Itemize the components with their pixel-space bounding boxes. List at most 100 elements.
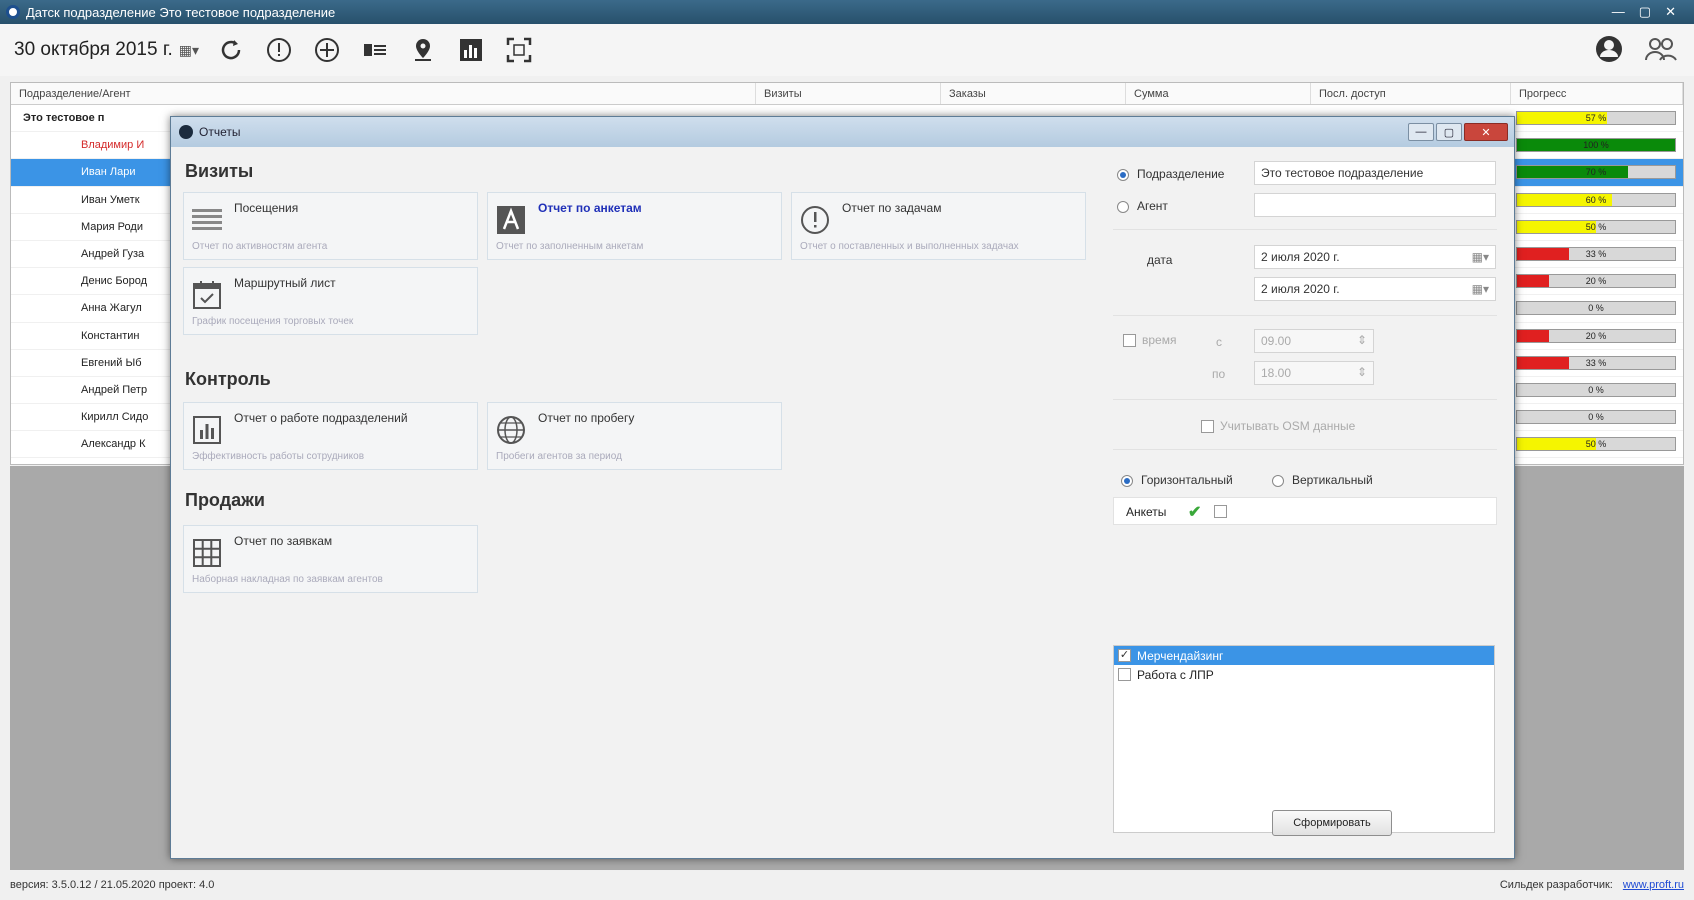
users-icon[interactable]	[1644, 34, 1678, 67]
progress-label: 20 %	[1585, 276, 1607, 287]
department-field[interactable]: Это тестовое подразделение	[1254, 161, 1496, 185]
agent-radio-label: Агент	[1137, 199, 1168, 213]
surveys-header: Анкеты ✔	[1113, 497, 1497, 525]
option-agent[interactable]: Агент	[1117, 199, 1168, 213]
date-from-picker[interactable]: 2 июля 2020 г. ▦▾	[1254, 245, 1496, 269]
option-department[interactable]: Подразделение	[1117, 167, 1224, 181]
osm-label: Учитывать OSM данные	[1220, 419, 1356, 433]
spinner-icon[interactable]: ⇕	[1357, 333, 1367, 347]
report-tile-unit-work[interactable]: Отчет о работе подразделений Эффективнос…	[183, 402, 478, 470]
column-header-last-access[interactable]: Посл. доступ	[1311, 83, 1511, 104]
alert-icon	[800, 205, 830, 235]
progress-label: 0 %	[1588, 412, 1604, 423]
column-header-unit[interactable]: Подразделение/Агент	[11, 83, 756, 104]
tile-description: Отчет о поставленных и выполненных задач…	[800, 241, 1019, 252]
date-picker[interactable]: 30 октября 2015 г. ▦▾	[14, 39, 199, 61]
time-checkbox[interactable]	[1123, 334, 1136, 348]
list-item-checkbox[interactable]: ✓	[1118, 649, 1131, 662]
spinner-icon[interactable]: ⇕	[1357, 365, 1367, 379]
tile-description: Пробеги агентов за период	[496, 451, 622, 462]
minimize-button[interactable]: —	[1612, 4, 1625, 20]
fullscreen-icon[interactable]	[503, 34, 535, 66]
divider	[1113, 449, 1497, 450]
report-tile-visits[interactable]: Посещения Отчет по активностям агента	[183, 192, 478, 260]
chart-icon[interactable]	[455, 34, 487, 66]
calendar-dropdown-icon[interactable]: ▦▾	[1472, 282, 1489, 296]
alert-icon[interactable]	[263, 34, 295, 66]
department-radio[interactable]	[1117, 168, 1129, 181]
user-icon[interactable]	[1594, 34, 1624, 67]
progress-bar: 20 %	[1516, 274, 1676, 289]
row-name: Иван Лари	[81, 166, 136, 179]
grid-icon	[192, 538, 222, 568]
calendar-dropdown-icon[interactable]: ▦▾	[1472, 250, 1489, 264]
row-name: Иван Уметк	[81, 193, 140, 206]
developer-link[interactable]: www.proft.ru	[1623, 879, 1684, 891]
maximize-button[interactable]: ▢	[1639, 4, 1651, 20]
time-to-field[interactable]: 18.00 ⇕	[1254, 361, 1374, 385]
dialog-close-button[interactable]: ✕	[1464, 123, 1508, 141]
progress-label: 33 %	[1585, 249, 1607, 260]
progress-label: 0 %	[1588, 303, 1604, 314]
select-all-check-icon[interactable]: ✔	[1188, 502, 1201, 522]
date-to-picker[interactable]: 2 июля 2020 г. ▦▾	[1254, 277, 1496, 301]
column-header-progress[interactable]: Прогресс	[1511, 83, 1683, 104]
tile-title: Отчет по пробегу	[538, 411, 635, 425]
progress-label: 50 %	[1585, 221, 1607, 232]
dialog-minimize-button[interactable]: —	[1408, 123, 1434, 141]
add-icon[interactable]	[311, 34, 343, 66]
column-header-orders[interactable]: Заказы	[941, 83, 1126, 104]
report-tile-tasks[interactable]: Отчет по задачам Отчет о поставленных и …	[791, 192, 1086, 260]
time-from-label: с	[1216, 335, 1222, 349]
report-tile-mileage[interactable]: Отчет по пробегу Пробеги агентов за пери…	[487, 402, 782, 470]
osm-option[interactable]: Учитывать OSM данные	[1201, 419, 1356, 434]
date-to-value: 2 июля 2020 г.	[1261, 282, 1340, 296]
close-button[interactable]: ✕	[1665, 4, 1676, 20]
report-tile-surveys[interactable]: Отчет по анкетам Отчет по заполненным ан…	[487, 192, 782, 260]
dialog-maximize-button[interactable]: ▢	[1436, 123, 1462, 141]
list-icon[interactable]	[359, 34, 391, 66]
time-option[interactable]: время	[1123, 333, 1177, 348]
layout-horizontal-option[interactable]: Горизонтальный	[1121, 473, 1233, 487]
tile-description: Эффективность работы сотрудников	[192, 451, 365, 462]
agent-field[interactable]	[1254, 193, 1496, 217]
tile-title: Отчет по задачам	[842, 201, 942, 215]
row-name: Кирилл Сидо	[81, 411, 149, 424]
time-label: время	[1142, 333, 1177, 347]
agent-radio[interactable]	[1117, 200, 1129, 213]
time-from-field[interactable]: 09.00 ⇕	[1254, 329, 1374, 353]
tile-description: Отчет по заполненным анкетам	[496, 241, 644, 252]
list-item[interactable]: Работа с ЛПР	[1114, 665, 1494, 684]
report-tile-orders[interactable]: Отчет по заявкам Наборная накладная по з…	[183, 525, 478, 593]
row-name: Андрей Гуза	[81, 248, 145, 261]
deselect-all-checkbox[interactable]	[1214, 505, 1227, 518]
generate-button[interactable]: Сформировать	[1272, 810, 1392, 836]
progress-bar: 0 %	[1516, 301, 1676, 316]
divider	[1113, 399, 1497, 400]
tile-title: Посещения	[234, 201, 299, 215]
row-name: Андрей Петр	[81, 383, 148, 396]
column-header-visits[interactable]: Визиты	[756, 83, 941, 104]
refresh-icon[interactable]	[215, 34, 247, 66]
tile-title: Отчет о работе подразделений	[234, 411, 408, 425]
row-name: Анна Жагул	[81, 302, 142, 315]
column-header-sum[interactable]: Сумма	[1126, 83, 1311, 104]
list-item-checkbox[interactable]	[1118, 668, 1131, 681]
time-to-value: 18.00	[1261, 366, 1292, 380]
surveys-list: ✓ Мерчендайзинг Работа с ЛПР	[1113, 645, 1495, 833]
row-name: Это тестовое п	[23, 112, 105, 125]
horizontal-radio[interactable]	[1121, 474, 1133, 487]
developer-label: Сильдек разработчик:	[1499, 879, 1613, 891]
form-icon	[496, 205, 526, 235]
vertical-radio[interactable]	[1272, 474, 1284, 487]
layout-vertical-option[interactable]: Вертикальный	[1272, 473, 1373, 487]
progress-label: 70 %	[1585, 167, 1607, 178]
progress-bar: 60 %	[1516, 192, 1676, 207]
row-name: Мария Роди	[81, 220, 143, 233]
osm-checkbox[interactable]	[1201, 420, 1214, 434]
list-item[interactable]: ✓ Мерчендайзинг	[1114, 646, 1494, 665]
report-tile-route-sheet[interactable]: Маршрутный лист График посещения торговы…	[183, 267, 478, 335]
progress-label: 60 %	[1585, 194, 1607, 205]
calendar-dropdown-icon[interactable]: ▦▾	[179, 42, 199, 59]
location-icon[interactable]	[407, 34, 439, 66]
